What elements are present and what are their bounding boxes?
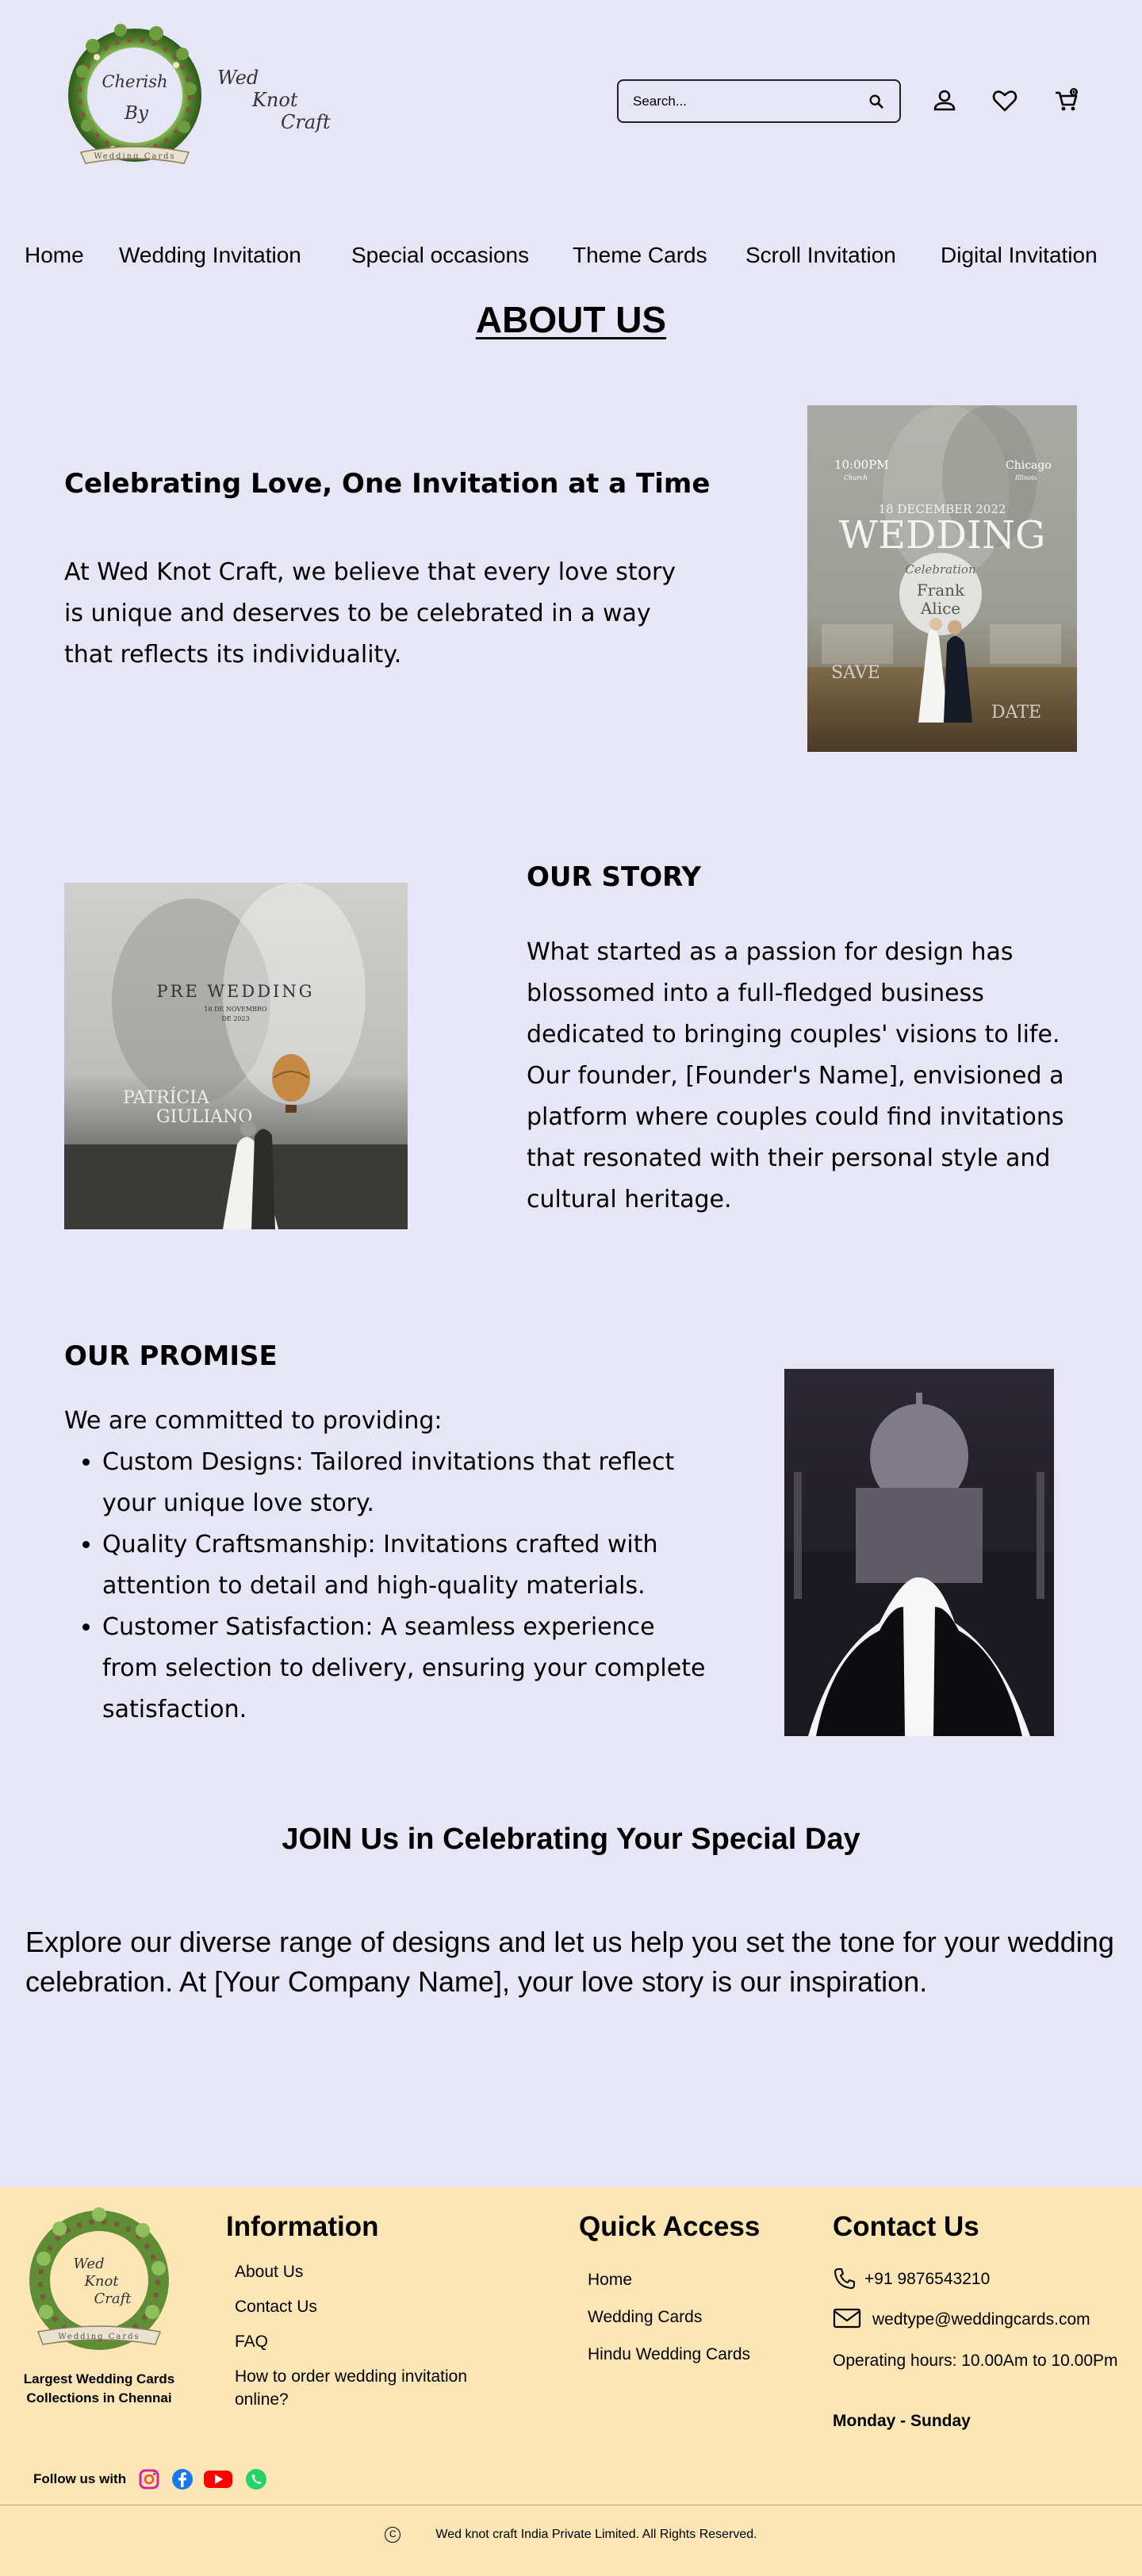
- copyright-bar: C Wed knot craft India Private Limited. A…: [0, 2527, 1142, 2543]
- poster-celebration: Celebration: [905, 562, 975, 577]
- phone-icon: [834, 2268, 855, 2289]
- promise-list: Custom Designs: Tailored invitations tha…: [64, 1442, 707, 1731]
- logo-ribbon: Wedding Cards: [94, 152, 175, 161]
- footer-link-how-to-order[interactable]: How to order wedding invitation online?: [235, 2365, 520, 2411]
- cart-icon[interactable]: 0: [1053, 87, 1080, 114]
- section-heading-our-promise: OUR PROMISE: [64, 1340, 278, 1372]
- copyright-icon: C: [385, 2527, 401, 2543]
- footer-link-home[interactable]: Home: [588, 2268, 632, 2291]
- prewedding-name-1: PATRÍCIA: [123, 1087, 210, 1108]
- nav-item-home[interactable]: Home: [25, 243, 84, 268]
- search-icon[interactable]: [868, 93, 885, 110]
- logo-text-by: By: [124, 103, 149, 124]
- footer-logo-knot: Knot: [83, 2273, 119, 2290]
- footer-link-wedding-cards[interactable]: Wedding Cards: [588, 2306, 702, 2329]
- mail-icon: [833, 2308, 861, 2329]
- footer-heading-quick-access: Quick Access: [579, 2211, 761, 2242]
- section-heading-celebrating: Celebrating Love, One Invitation at a Ti…: [64, 468, 711, 500]
- section-intro-our-promise: We are committed to providing:: [64, 1407, 443, 1435]
- join-text: Explore our diverse range of designs and…: [25, 1926, 1114, 1998]
- page: Cherish By Wedding Cards Wed Knot Craft …: [0, 0, 1142, 2576]
- footer: Wed Knot Craft Wedding Cards Largest Wed…: [0, 2187, 1142, 2576]
- footer-logo[interactable]: Wed Knot Craft Wedding Cards: [24, 2205, 174, 2356]
- header: Cherish By Wedding Cards Wed Knot Craft …: [0, 0, 1142, 206]
- section-text-our-story: What started as a passion for design has…: [527, 938, 1064, 1213]
- poster-name-1: Frank: [917, 581, 965, 600]
- nav-item-special-occasions[interactable]: Special occasions: [351, 243, 529, 268]
- logo-text-craft: Craft: [281, 111, 331, 133]
- main-nav: Home Wedding Invitation Special occasion…: [0, 238, 1142, 278]
- join-heading: JOIN Us in Celebrating Your Special Day: [282, 1823, 860, 1856]
- follow-us-label: Follow us with: [33, 2471, 127, 2486]
- section-text-celebrating: At Wed Knot Craft, we believe that every…: [64, 558, 676, 669]
- footer-heading-information: Information: [226, 2211, 379, 2242]
- instagram-icon[interactable]: [138, 2468, 160, 2490]
- nav-item-digital-invitation[interactable]: Digital Invitation: [941, 243, 1098, 268]
- prewedding-year: DE 2023: [221, 1015, 249, 1022]
- user-icon[interactable]: [931, 87, 958, 114]
- footer-days: Monday - Sunday: [833, 2412, 971, 2430]
- page-title: ABOUT US: [475, 299, 667, 340]
- youtube-icon[interactable]: [203, 2468, 233, 2490]
- heart-icon[interactable]: [991, 87, 1018, 114]
- taj-mahal-silhouette-image: [784, 1369, 1054, 1736]
- section-heading-our-story: OUR STORY: [527, 861, 702, 893]
- nav-item-scroll-invitation[interactable]: Scroll Invitation: [745, 243, 896, 268]
- promise-item: Custom Designs: Tailored invitations tha…: [102, 1442, 707, 1524]
- whatsapp-icon[interactable]: [245, 2468, 267, 2490]
- logo-text-cherish: Cherish: [102, 72, 167, 91]
- copyright-text: Wed knot craft India Private Limited. Al…: [435, 2528, 757, 2542]
- pre-wedding-image: PRE WEDDING 18 DE NOVEMBRO DE 2023 PATRÍ…: [64, 883, 408, 1229]
- prewedding-name-2: GIULIANO: [156, 1107, 252, 1127]
- cart-count: 0: [1072, 89, 1076, 96]
- poster-save: SAVE: [831, 663, 880, 683]
- poster-word: WEDDING: [839, 513, 1046, 558]
- poster-date-word: DATE: [991, 703, 1041, 723]
- brand-logo[interactable]: Cherish By Wedding Cards Wed Knot Craft: [65, 16, 335, 178]
- promise-item: Customer Satisfaction: A seamless experi…: [102, 1607, 707, 1731]
- footer-heading-contact-us: Contact Us: [833, 2211, 979, 2242]
- facebook-icon[interactable]: [171, 2468, 194, 2490]
- poster-place-sub: Illinois: [1014, 474, 1037, 481]
- promise-item: Quality Craftsmanship: Invitations craft…: [102, 1524, 707, 1607]
- footer-link-contact-us[interactable]: Contact Us: [235, 2295, 317, 2318]
- logo-text-wed: Wed: [217, 67, 259, 89]
- footer-link-about-us[interactable]: About Us: [235, 2260, 303, 2283]
- prewedding-date: 18 DE NOVEMBRO: [204, 1006, 267, 1013]
- poster-time: 10:00PM: [834, 458, 889, 472]
- footer-email[interactable]: wedtype@weddingcards.com: [872, 2308, 1090, 2331]
- footer-logo-craft: Craft: [94, 2290, 132, 2307]
- footer-logo-wed: Wed: [73, 2256, 104, 2272]
- nav-item-wedding-invitation[interactable]: Wedding Invitation: [119, 243, 301, 268]
- footer-logo-ribbon: Wedding Cards: [58, 2333, 140, 2341]
- footer-phone[interactable]: +91 9876543210: [864, 2267, 990, 2290]
- poster-time-sub: Church: [844, 474, 868, 481]
- footer-link-hindu-wedding-cards[interactable]: Hindu Wedding Cards: [588, 2343, 750, 2366]
- nav-item-theme-cards[interactable]: Theme Cards: [573, 243, 707, 268]
- search-box[interactable]: [617, 79, 901, 123]
- prewedding-title: PRE WEDDING: [157, 982, 315, 1001]
- logo-text-knot: Knot: [251, 89, 298, 111]
- search-input[interactable]: [633, 93, 868, 109]
- footer-hours: Operating hours: 10.00Am to 10.00Pm: [833, 2352, 1118, 2370]
- poster-place: Chicago: [1006, 459, 1052, 472]
- footer-tagline: Largest Wedding Cards Collections in Che…: [23, 2371, 175, 2405]
- footer-link-faq[interactable]: FAQ: [235, 2330, 268, 2353]
- wedding-save-the-date-image: 10:00PM Church Chicago Illinois 18 DECEM…: [807, 405, 1077, 752]
- poster-name-2: Alice: [920, 599, 960, 618]
